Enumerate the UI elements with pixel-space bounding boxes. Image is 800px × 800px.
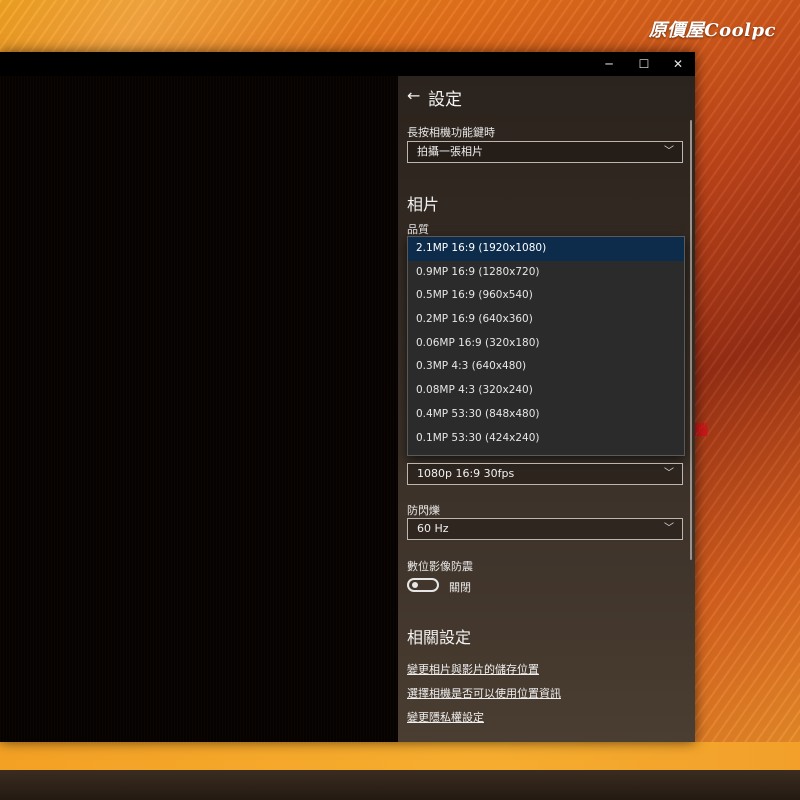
photo-quality-flyout: 2.1MP 16:9 (1920x1080) 0.9MP 16:9 (1280x… xyxy=(407,236,685,456)
chevron-down-icon: ﹀ xyxy=(664,523,674,534)
quality-option[interactable]: 0.5MP 16:9 (960x540) xyxy=(408,284,684,308)
minimize-button[interactable]: ─ xyxy=(592,52,626,76)
press-hold-label: 長按相機功能鍵時 xyxy=(407,126,495,139)
settings-panel: ← 設定 長按相機功能鍵時 拍攝一張相片 ﹀ 相片 品質 2.1MP 16:9 … xyxy=(398,76,695,742)
video-quality-value: 1080p 16:9 30fps xyxy=(417,467,515,480)
quality-option[interactable]: 0.3MP 4:3 (640x480) xyxy=(408,355,684,379)
flicker-label: 防閃爍 xyxy=(407,504,440,517)
close-button[interactable]: ✕ xyxy=(661,52,695,76)
storage-location-link[interactable]: 變更相片與影片的儲存位置 xyxy=(407,661,539,677)
quality-option[interactable]: 2.1MP 16:9 (1920x1080) xyxy=(408,237,684,261)
maximize-button[interactable]: ☐ xyxy=(627,52,661,76)
press-hold-value: 拍攝一張相片 xyxy=(417,145,483,158)
photos-heading: 相片 xyxy=(407,195,440,214)
location-access-link[interactable]: 選擇相機是否可以使用位置資訊 xyxy=(407,685,561,701)
taskbar-strip xyxy=(0,770,800,800)
desktop-partial-text: 腦 xyxy=(694,423,708,439)
stabilization-label: 數位影像防震 xyxy=(407,560,473,573)
settings-scrollbar[interactable] xyxy=(690,120,692,560)
brand-logo: 原價屋Coolpc xyxy=(648,20,776,41)
toggle-knob xyxy=(412,582,418,588)
quality-option[interactable]: 0.2MP 16:9 (640x360) xyxy=(408,308,684,332)
photo-quality-label: 品質 xyxy=(407,223,429,236)
stabilization-toggle[interactable] xyxy=(407,578,439,592)
quality-option[interactable]: 0.1MP 53:30 (424x240) xyxy=(408,427,684,451)
quality-option[interactable]: 0.06MP 16:9 (320x180) xyxy=(408,332,684,356)
camera-app-window: ─ ☐ ✕ ← 設定 長按相機功能鍵時 拍攝一張相片 ﹀ 相片 品質 2.1MP… xyxy=(0,52,695,742)
quality-option[interactable]: 0.9MP 16:9 (1280x720) xyxy=(408,261,684,285)
desktop-bottom-orange xyxy=(0,742,800,770)
related-settings-heading: 相關設定 xyxy=(407,628,472,647)
settings-title: 設定 xyxy=(428,90,462,110)
chevron-down-icon: ﹀ xyxy=(664,146,674,157)
privacy-settings-link[interactable]: 變更隱私權設定 xyxy=(407,709,484,725)
flicker-value: 60 Hz xyxy=(417,522,449,535)
quality-option[interactable]: 0.08MP 4:3 (320x240) xyxy=(408,379,684,403)
video-quality-dropdown[interactable]: 1080p 16:9 30fps ﹀ xyxy=(407,463,683,485)
stabilization-state: 關閉 xyxy=(449,581,471,594)
quality-option[interactable]: 0.4MP 53:30 (848x480) xyxy=(408,403,684,427)
title-bar: ─ ☐ ✕ xyxy=(0,52,695,76)
camera-viewfinder xyxy=(0,76,398,742)
chevron-down-icon: ﹀ xyxy=(664,468,674,479)
back-arrow-icon[interactable]: ← xyxy=(407,86,420,105)
press-hold-dropdown[interactable]: 拍攝一張相片 ﹀ xyxy=(407,141,683,163)
flicker-dropdown[interactable]: 60 Hz ﹀ xyxy=(407,518,683,540)
